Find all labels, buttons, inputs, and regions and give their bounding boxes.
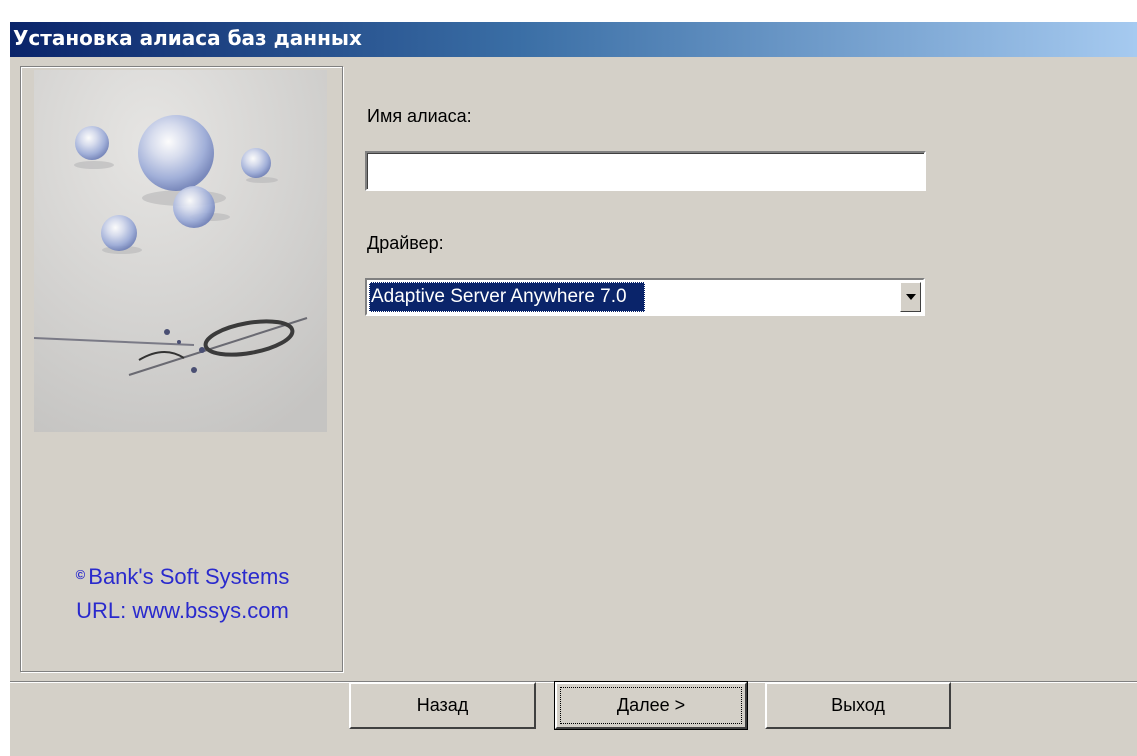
driver-select[interactable]: Adaptive Server Anywhere 7.0 <box>365 278 925 316</box>
driver-label: Драйвер: <box>367 233 444 253</box>
next-button-label: Далее > <box>560 687 742 724</box>
spheres-illustration <box>34 70 327 432</box>
chevron-down-icon <box>905 294 916 300</box>
decorative-image <box>34 70 327 432</box>
copyright-text: © Bank's Soft Systems <box>21 564 344 590</box>
alias-name-field-frame <box>365 151 926 191</box>
next-button[interactable]: Далее > <box>554 681 748 730</box>
exit-button[interactable]: Выход <box>765 682 951 729</box>
side-panel: © Bank's Soft Systems URL: www.bssys.com <box>20 66 343 672</box>
url-text: URL: www.bssys.com <box>76 598 289 623</box>
copyright-company: Bank's Soft Systems <box>88 564 290 589</box>
back-button[interactable]: Назад <box>349 682 536 729</box>
alias-name-label: Имя алиаса: <box>367 106 472 126</box>
copyright-symbol: © <box>75 567 86 582</box>
driver-dropdown-button[interactable] <box>900 282 921 312</box>
window-title: Установка алиаса баз данных <box>10 22 1137 57</box>
setup-window: Установка алиаса баз данных © Bank's Sof… <box>10 22 1137 756</box>
alias-name-input[interactable] <box>367 153 924 189</box>
driver-selected-value: Adaptive Server Anywhere 7.0 <box>369 282 645 312</box>
